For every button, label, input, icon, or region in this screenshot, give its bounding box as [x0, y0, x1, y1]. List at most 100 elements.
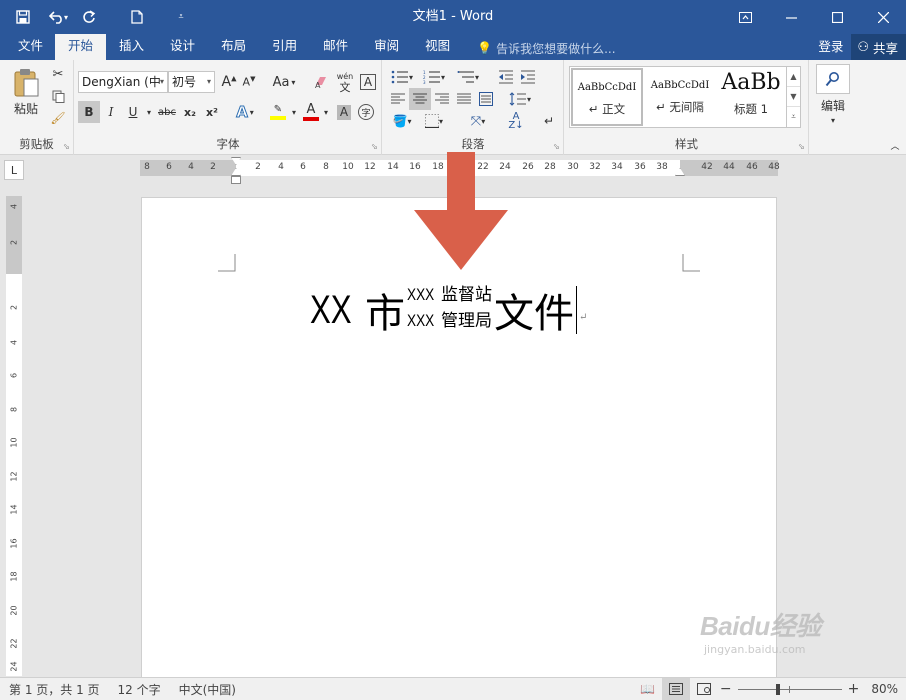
- vruler-number: 6: [9, 372, 19, 379]
- align-right-button[interactable]: [431, 88, 453, 110]
- page-count[interactable]: 第 1 页，共 1 页: [0, 681, 109, 698]
- zoom-thumb[interactable]: [776, 683, 781, 695]
- chinese-layout-button[interactable]: ⤧ ▾: [463, 110, 493, 132]
- editing-label[interactable]: 编辑: [810, 96, 856, 114]
- enclose-border-button[interactable]: A: [358, 71, 378, 93]
- tab-home[interactable]: 开始: [55, 34, 107, 60]
- font-color-dropdown[interactable]: ▾: [321, 101, 331, 123]
- format-painter-button[interactable]: 🖌: [48, 108, 68, 128]
- tab-layout[interactable]: 布局: [208, 34, 259, 60]
- styles-scroll-down[interactable]: ▼: [787, 87, 800, 107]
- tab-review[interactable]: 审阅: [361, 34, 412, 60]
- superscript-button[interactable]: x²: [201, 101, 223, 123]
- ribbon-display-options-button[interactable]: [722, 0, 768, 34]
- zoom-in-button[interactable]: +: [846, 681, 862, 697]
- tab-mailings[interactable]: 邮件: [310, 34, 361, 60]
- ribbon-home: 粘贴 ✂ 🖌 剪贴板 ⬂ DengXian (中 ▾ 初号 ▾ A▲ A▼ Aa…: [0, 60, 906, 155]
- vertical-ruler[interactable]: 4 2 2 4 6 8 10 12 14 16 18 20 22 24: [6, 196, 22, 676]
- style-normal[interactable]: AaBbCcDdI ↵ 正文: [571, 68, 643, 126]
- find-button[interactable]: [816, 64, 850, 94]
- copy-button[interactable]: [48, 86, 68, 106]
- ruler-number: 8: [323, 162, 329, 172]
- subscript-button[interactable]: x₂: [179, 101, 201, 123]
- save-button[interactable]: [8, 0, 38, 34]
- style-heading-1[interactable]: AaBb 标题 1: [716, 68, 786, 126]
- underline-label: U: [128, 105, 138, 119]
- tab-file[interactable]: 文件: [6, 34, 55, 60]
- sign-in-link[interactable]: 登录: [810, 35, 851, 59]
- tab-insert[interactable]: 插入: [106, 34, 157, 60]
- shading-button[interactable]: 🪣 ▾: [387, 110, 417, 132]
- text-effects-button[interactable]: A ▾: [231, 101, 259, 123]
- paste-button[interactable]: 粘贴: [8, 64, 44, 120]
- style-no-spacing[interactable]: AaBbCcDdI ↵ 无间隔: [644, 68, 716, 126]
- numbering-button[interactable]: 123 ▾: [419, 66, 449, 88]
- undo-dropdown-icon[interactable]: ▾: [64, 13, 68, 22]
- document-page[interactable]: XX 市 XXX 监督站 XXX 管理局 文件 ↵: [141, 197, 777, 687]
- decrease-indent-button[interactable]: [495, 66, 517, 88]
- underline-button[interactable]: U: [122, 101, 144, 123]
- new-document-button[interactable]: [122, 0, 152, 34]
- styles-scroll-up[interactable]: ▲: [787, 67, 800, 87]
- left-indent-marker[interactable]: [231, 176, 241, 184]
- zoom-out-button[interactable]: −: [718, 681, 734, 697]
- zoom-slider[interactable]: [737, 678, 842, 700]
- show-marks-button[interactable]: ↵: [539, 110, 559, 132]
- strikethrough-button[interactable]: abc: [155, 101, 179, 123]
- bullets-button[interactable]: ▾: [387, 66, 417, 88]
- increase-indent-button[interactable]: [517, 66, 539, 88]
- customize-qat-button[interactable]: ⩡: [166, 0, 196, 34]
- highlight-dropdown[interactable]: ▾: [289, 101, 299, 123]
- paragraph-launcher-icon[interactable]: ⬂: [553, 142, 560, 151]
- document-text-line[interactable]: XX 市 XXX 监督站 XXX 管理局 文件 ↵: [310, 280, 587, 340]
- clear-formatting-button[interactable]: A: [311, 71, 333, 93]
- align-left-button[interactable]: [387, 88, 409, 110]
- ruler-number: 4: [278, 162, 284, 172]
- web-layout-button[interactable]: [690, 678, 718, 700]
- styles-launcher-icon[interactable]: ⬂: [798, 142, 805, 151]
- tab-design[interactable]: 设计: [157, 34, 208, 60]
- enclose-characters-button[interactable]: 字: [356, 101, 376, 123]
- italic-button[interactable]: I: [100, 101, 122, 123]
- tell-me-box[interactable]: 💡 告诉我您想要做什么...: [463, 36, 615, 60]
- justify-button[interactable]: [453, 88, 475, 110]
- share-button[interactable]: ⚇ 共享: [851, 34, 906, 60]
- bold-label: B: [84, 105, 94, 119]
- tab-selector[interactable]: L: [4, 160, 24, 180]
- maximize-button[interactable]: [814, 0, 860, 34]
- font-color-button[interactable]: A: [301, 101, 321, 123]
- sort-button[interactable]: A Z↓: [505, 110, 527, 132]
- language-indicator[interactable]: 中文(中国): [170, 681, 245, 698]
- close-button[interactable]: [860, 0, 906, 34]
- line-spacing-button[interactable]: ▾: [505, 88, 535, 110]
- align-center-button[interactable]: [409, 88, 431, 110]
- grow-font-button[interactable]: A▲: [219, 71, 239, 93]
- change-case-button[interactable]: Aa ▾: [268, 71, 300, 93]
- word-count[interactable]: 12 个字: [109, 681, 170, 698]
- clipboard-launcher-icon[interactable]: ⬂: [63, 142, 70, 151]
- chevron-down-icon: ▾: [407, 116, 412, 126]
- borders-button[interactable]: ▾: [419, 110, 449, 132]
- redo-button[interactable]: [74, 0, 104, 34]
- font-launcher-icon[interactable]: ⬂: [371, 142, 378, 151]
- multilevel-list-button[interactable]: ▾: [453, 66, 483, 88]
- editing-dropdown[interactable]: ▾: [828, 114, 838, 126]
- collapse-ribbon-button[interactable]: ︿: [888, 138, 902, 152]
- bold-button[interactable]: B: [78, 101, 100, 123]
- zoom-level[interactable]: 80%: [861, 682, 906, 696]
- read-mode-button[interactable]: 📖: [634, 678, 662, 700]
- phonetic-guide-button[interactable]: wén 文: [334, 69, 356, 95]
- tab-view[interactable]: 视图: [412, 34, 463, 60]
- distributed-button[interactable]: [475, 88, 497, 110]
- group-clipboard: 粘贴 ✂ 🖌 剪贴板 ⬂: [0, 60, 74, 155]
- shrink-font-button[interactable]: A▼: [239, 71, 259, 93]
- underline-dropdown[interactable]: ▾: [144, 101, 154, 123]
- cut-button[interactable]: ✂: [48, 64, 68, 84]
- print-layout-button[interactable]: [661, 677, 690, 700]
- styles-more[interactable]: ⩡: [787, 107, 800, 127]
- tab-references[interactable]: 引用: [259, 34, 310, 60]
- font-name-select[interactable]: DengXian (中 ▾: [78, 71, 168, 93]
- minimize-button[interactable]: [768, 0, 814, 34]
- character-shading-button[interactable]: A: [334, 101, 354, 123]
- font-size-select[interactable]: 初号 ▾: [168, 71, 215, 93]
